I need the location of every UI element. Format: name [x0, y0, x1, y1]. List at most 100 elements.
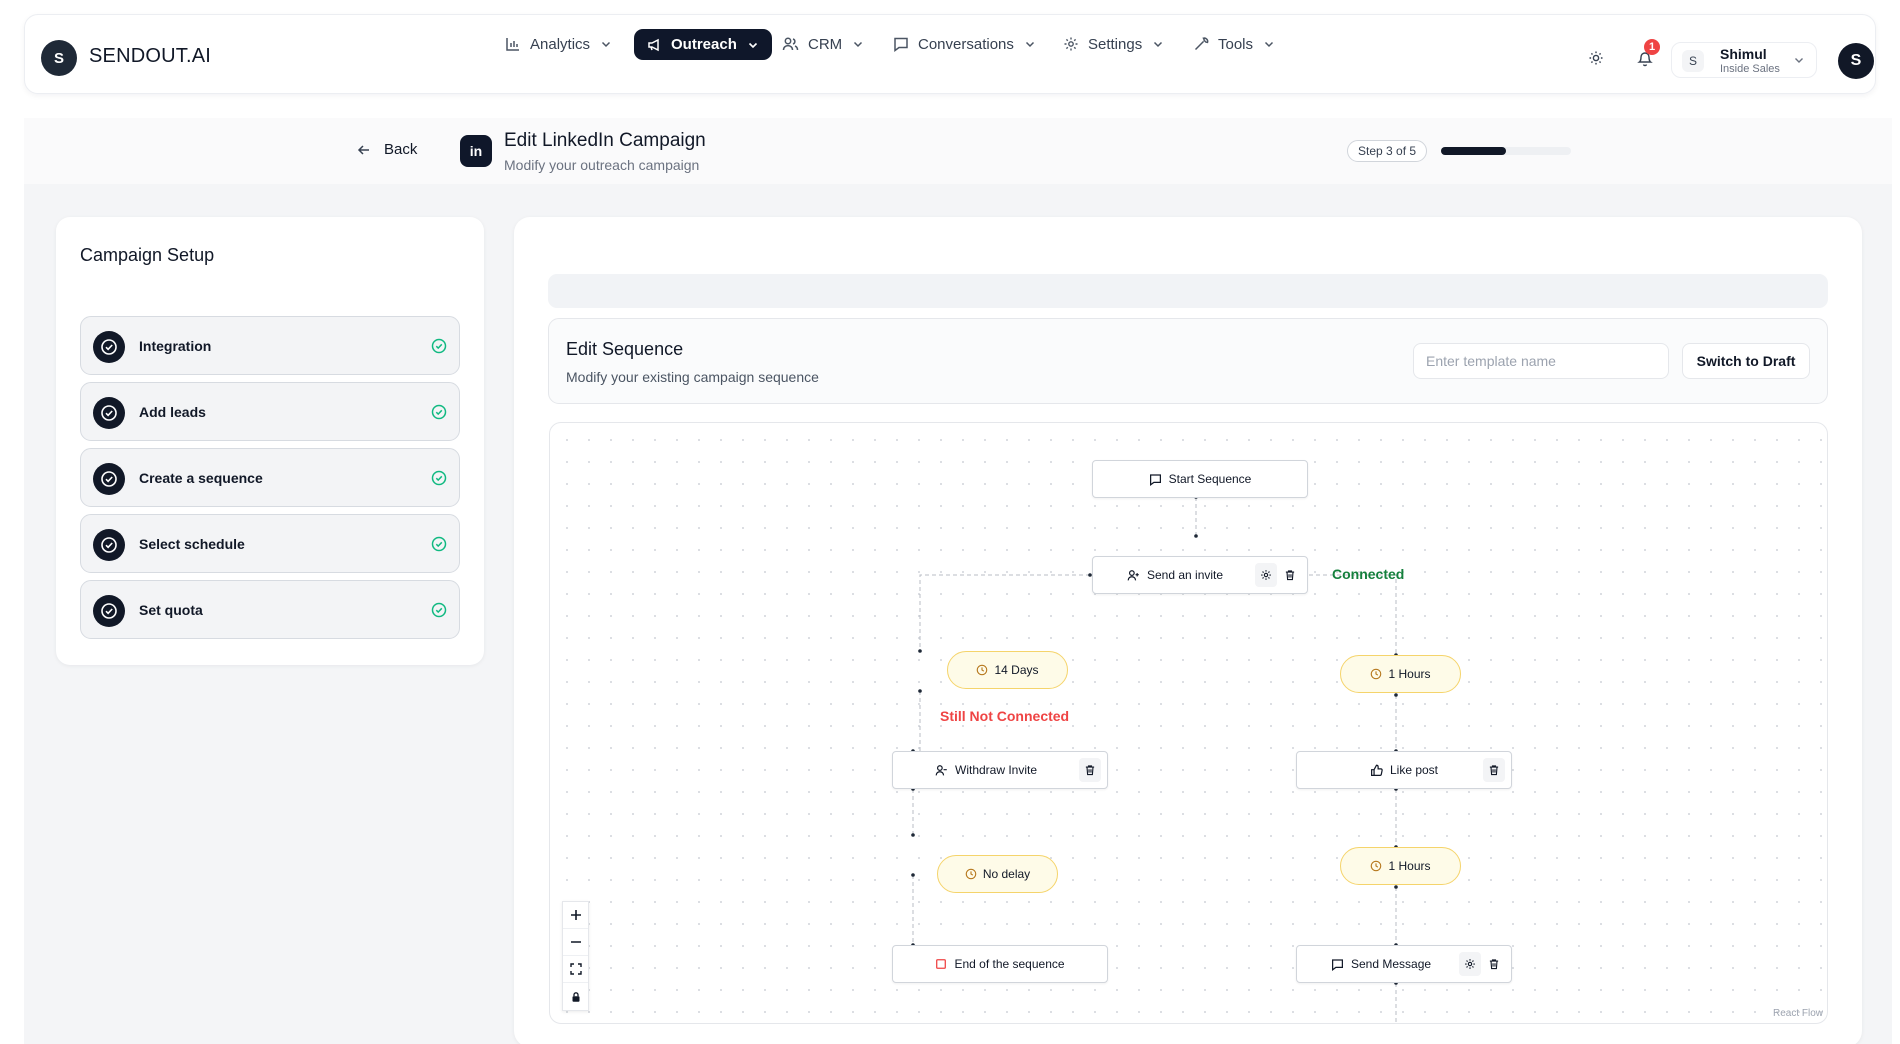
nav-conversations[interactable]: Conversations: [893, 29, 1037, 59]
user-initial: S: [1682, 50, 1704, 72]
nav-outreach-label: Outreach: [671, 36, 737, 53]
check-icon: [431, 338, 447, 354]
chevron-down-icon: [1262, 37, 1276, 51]
setup-step-select-schedule[interactable]: Select schedule: [80, 514, 460, 573]
nav-analytics[interactable]: Analytics: [505, 29, 613, 59]
logo-icon[interactable]: S: [41, 40, 77, 76]
edge-label-connected: Connected: [1332, 566, 1405, 582]
check-circle-icon: [93, 397, 125, 429]
switch-to-draft-button[interactable]: Switch to Draft: [1682, 343, 1810, 379]
check-icon: [431, 470, 447, 486]
chevron-down-icon: [746, 38, 760, 52]
clock-icon: [1370, 860, 1382, 872]
stop-square-icon: [935, 958, 947, 970]
zoom-out-icon[interactable]: [563, 929, 588, 956]
chevron-down-icon: [599, 37, 613, 51]
page-header: [24, 118, 1892, 184]
user-role: Inside Sales: [1720, 63, 1780, 75]
delay-no-delay[interactable]: No delay: [937, 855, 1058, 893]
nav-tools[interactable]: Tools: [1193, 29, 1276, 59]
user-menu[interactable]: S Shimul Inside Sales: [1671, 42, 1817, 78]
nav-crm-label: CRM: [808, 35, 843, 53]
node-like-post[interactable]: Like post: [1296, 751, 1512, 789]
chevron-down-icon: [1023, 37, 1037, 51]
nav-analytics-label: Analytics: [530, 35, 591, 53]
brand-name[interactable]: SENDOUT.AI: [89, 45, 211, 68]
back-button[interactable]: Back: [356, 141, 417, 158]
node-start-sequence[interactable]: Start Sequence: [1092, 460, 1308, 498]
campaign-setup-title: Campaign Setup: [80, 245, 215, 265]
user-plus-icon: [1127, 569, 1140, 582]
setup-step-label: Add leads: [139, 404, 206, 420]
node-withdraw-invite[interactable]: Withdraw Invite: [892, 751, 1108, 789]
page-subtitle: Modify your outreach campaign: [504, 157, 700, 173]
back-label: Back: [384, 141, 418, 158]
trash-icon[interactable]: [1279, 563, 1301, 587]
edit-sequence-title: Edit Sequence: [566, 339, 684, 359]
clock-icon: [1370, 668, 1382, 680]
chevron-down-icon: [1151, 37, 1165, 51]
delay-1-hours-2[interactable]: 1 Hours: [1340, 847, 1461, 885]
setup-step-set-quota[interactable]: Set quota: [80, 580, 460, 639]
check-icon: [431, 404, 447, 420]
node-send-message[interactable]: Send Message: [1296, 945, 1512, 983]
gear-icon[interactable]: [1255, 563, 1277, 587]
nav-settings[interactable]: Settings: [1063, 29, 1165, 59]
delay-label: No delay: [982, 867, 1031, 881]
node-label: Send an invite: [1147, 568, 1224, 582]
setup-step-integration[interactable]: Integration: [80, 316, 460, 375]
setup-step-label: Integration: [139, 338, 212, 354]
lock-icon[interactable]: [563, 983, 588, 1010]
nav-conversations-label: Conversations: [918, 35, 1014, 53]
megaphone-icon: [646, 37, 662, 53]
delay-label: 1 Hours: [1388, 667, 1431, 681]
avatar[interactable]: S: [1838, 43, 1874, 79]
gear-icon[interactable]: [1459, 952, 1481, 976]
flow-canvas[interactable]: Start Sequence Send an invite Connected …: [549, 422, 1828, 1024]
delay-14-days[interactable]: 14 Days: [947, 651, 1068, 689]
progress-fill: [1441, 147, 1506, 155]
thumbs-up-icon: [1370, 764, 1383, 777]
flow-edges: [911, 495, 1398, 1023]
users-icon: [782, 36, 799, 52]
flow-controls: [562, 901, 589, 1011]
node-label: Start Sequence: [1168, 472, 1252, 486]
node-label: End of the sequence: [954, 957, 1065, 971]
delay-label: 1 Hours: [1388, 859, 1431, 873]
check-circle-icon: [93, 595, 125, 627]
node-label: Like post: [1389, 763, 1439, 777]
trash-icon[interactable]: [1483, 952, 1505, 976]
node-send-invite[interactable]: Send an invite: [1092, 556, 1308, 594]
node-label: Withdraw Invite: [955, 763, 1038, 777]
progress-bar: [1441, 147, 1571, 155]
template-name-input[interactable]: [1413, 343, 1669, 379]
message-square-icon: [1149, 473, 1162, 486]
zoom-in-icon[interactable]: [563, 902, 588, 929]
gear-icon: [1063, 36, 1079, 52]
delay-1-hours[interactable]: 1 Hours: [1340, 655, 1461, 693]
check-circle-icon: [93, 331, 125, 363]
react-flow-attribution[interactable]: React Flow: [1773, 1008, 1823, 1019]
step-indicator: Step 3 of 5: [1347, 140, 1428, 162]
check-icon: [431, 536, 447, 552]
fit-view-icon[interactable]: [563, 956, 588, 983]
chevron-down-icon: [851, 37, 865, 51]
trash-icon[interactable]: [1483, 758, 1505, 782]
trash-icon[interactable]: [1079, 758, 1101, 782]
message-square-icon: [1331, 958, 1344, 971]
node-label: Send Message: [1351, 957, 1432, 971]
setup-step-add-leads[interactable]: Add leads: [80, 382, 460, 441]
check-circle-icon: [93, 529, 125, 561]
clock-icon: [976, 664, 988, 676]
nav-crm[interactable]: CRM: [782, 29, 865, 59]
user-name: Shimul: [1720, 46, 1767, 62]
nav-settings-label: Settings: [1088, 35, 1143, 53]
nav-tools-label: Tools: [1218, 35, 1254, 53]
notification-badge: 1: [1644, 39, 1660, 55]
node-end-sequence[interactable]: End of the sequence: [892, 945, 1108, 983]
nav-outreach[interactable]: Outreach: [634, 29, 772, 60]
setup-step-create-sequence[interactable]: Create a sequence: [80, 448, 460, 507]
message-square-icon: [893, 36, 909, 52]
setup-step-label: Create a sequence: [139, 470, 263, 486]
theme-toggle-sun-icon[interactable]: [1587, 49, 1605, 67]
